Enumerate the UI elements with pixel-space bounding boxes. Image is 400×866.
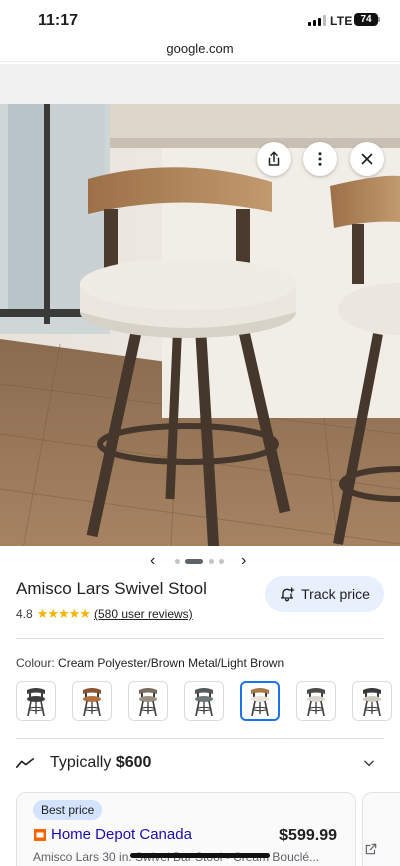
- stool-thumbnail-icon: [83, 688, 101, 717]
- colour-swatch-selected[interactable]: [240, 681, 280, 721]
- pager-dot-active[interactable]: [185, 559, 203, 564]
- stool-thumbnail-icon: [139, 688, 157, 717]
- url-bar[interactable]: google.com: [0, 38, 400, 62]
- colour-swatch[interactable]: [296, 681, 336, 721]
- best-price-badge: Best price: [33, 800, 103, 820]
- battery-tip: [378, 17, 380, 22]
- home-depot-logo-icon: [34, 828, 46, 841]
- network-label: LTE: [330, 14, 353, 28]
- stool-thumbnail-icon: [195, 688, 213, 717]
- pager-dot[interactable]: [209, 559, 214, 564]
- typical-price: $600: [115, 754, 152, 771]
- stool-thumbnail-icon: [363, 688, 381, 717]
- colour-swatch[interactable]: [72, 681, 112, 721]
- offer-price: $599.99: [279, 827, 337, 844]
- stool-thumbnail-icon: [27, 688, 45, 717]
- colour-swatch[interactable]: [184, 681, 224, 721]
- image-pager: ‹ ›: [0, 552, 400, 570]
- track-price-button[interactable]: Track price: [265, 576, 384, 612]
- external-link-icon: [365, 843, 377, 855]
- rating-value: 4.8: [16, 607, 33, 621]
- home-indicator: [130, 853, 270, 858]
- typical-price-row[interactable]: Typically $600: [16, 752, 384, 774]
- typical-label: Typically: [50, 754, 112, 771]
- product-title: Amisco Lars Swivel Stool: [16, 579, 207, 598]
- store-row: Home Depot Canada: [33, 826, 192, 843]
- reviews-link[interactable]: (580 user reviews): [94, 607, 193, 621]
- colour-swatch[interactable]: [16, 681, 56, 721]
- battery-icon: 74: [354, 13, 378, 26]
- star-rating-icon: ★★★★★: [36, 606, 91, 621]
- more-options-button[interactable]: [303, 142, 337, 176]
- signal-icon: [308, 15, 326, 26]
- stool-thumbnail-icon: [307, 688, 325, 717]
- product-image-viewer[interactable]: [0, 64, 400, 546]
- more-vertical-icon: [318, 152, 322, 166]
- divider: [16, 738, 384, 739]
- trend-line-icon: [16, 758, 34, 768]
- colour-swatch[interactable]: [128, 681, 168, 721]
- close-button[interactable]: [350, 142, 384, 176]
- colour-row: Colour: Cream Polyester/Brown Metal/Ligh…: [16, 656, 284, 670]
- next-image-button[interactable]: ›: [241, 552, 246, 570]
- track-price-label: Track price: [301, 586, 370, 602]
- product-image: [0, 104, 400, 546]
- share-icon: [268, 151, 280, 166]
- stool-thumbnail-icon: [251, 688, 269, 717]
- status-time: 11:17: [38, 12, 79, 29]
- colour-label: Colour:: [16, 656, 55, 670]
- pager-dot[interactable]: [175, 559, 180, 564]
- chevron-down-icon: [364, 760, 374, 767]
- store-name[interactable]: Home Depot Canada: [51, 826, 192, 843]
- pager-dot[interactable]: [219, 559, 224, 564]
- divider: [16, 638, 384, 639]
- colour-swatches: [16, 681, 400, 721]
- colour-swatch[interactable]: [352, 681, 392, 721]
- bell-plus-icon: [281, 587, 295, 602]
- status-bar: 11:17 LTE 74: [0, 0, 400, 38]
- rating-row: 4.8 ★★★★★ (580 user reviews): [16, 606, 193, 622]
- close-icon: [361, 153, 373, 165]
- share-button[interactable]: [257, 142, 291, 176]
- previous-image-button[interactable]: ‹: [150, 552, 155, 570]
- typical-price-text: Typically $600: [50, 754, 151, 772]
- colour-value: Cream Polyester/Brown Metal/Light Brown: [58, 656, 285, 670]
